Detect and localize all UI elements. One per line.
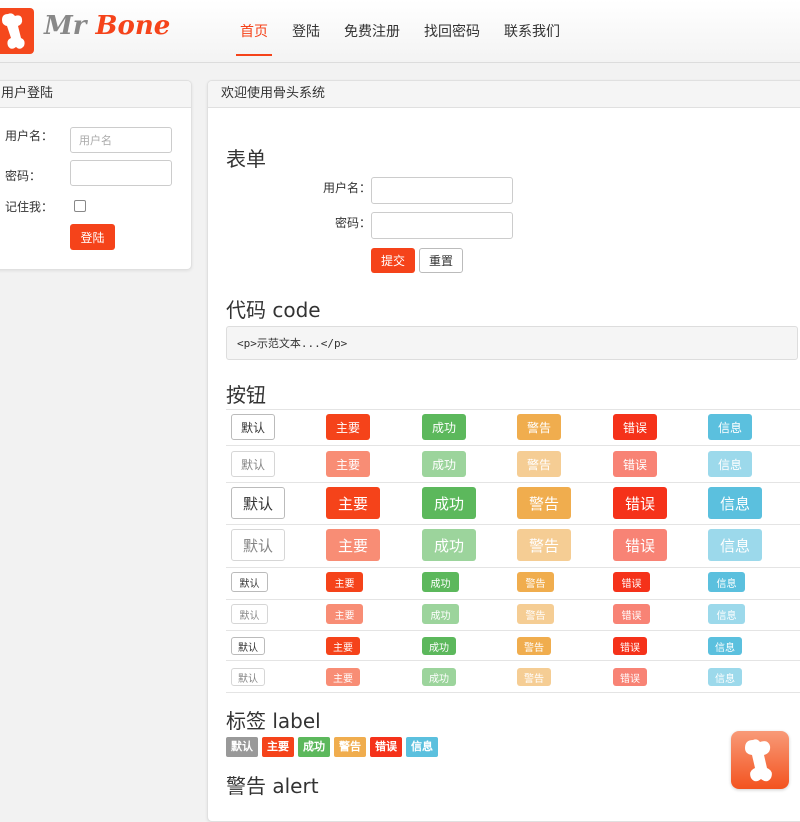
btn-default-xs-disabled[interactable]: 默认 (231, 668, 265, 686)
code-block: <p>示范文本...</p> (226, 326, 798, 360)
btn-default-sm-disabled[interactable]: 默认 (231, 604, 268, 624)
btn-success-xs[interactable]: 成功 (422, 637, 456, 655)
form-submit-button[interactable]: 提交 (371, 248, 415, 273)
btn-primary-md-disabled[interactable]: 主要 (326, 451, 370, 477)
password-input[interactable] (70, 160, 172, 186)
btn-primary-lg[interactable]: 主要 (326, 487, 380, 519)
btn-success-xs-disabled[interactable]: 成功 (422, 668, 456, 686)
btn-success-sm[interactable]: 成功 (422, 572, 459, 592)
form-username-input[interactable] (371, 177, 513, 204)
button-row-divider (226, 445, 800, 446)
btn-danger-md-disabled[interactable]: 错误 (613, 451, 657, 477)
remember-label: 记住我： (5, 200, 54, 214)
button-row-divider (226, 599, 800, 600)
btn-default-lg-disabled[interactable]: 默认 (231, 529, 285, 561)
logo-icon (0, 8, 34, 54)
login-panel-title: 用户登陆 (0, 81, 191, 108)
btn-info-xs-disabled[interactable]: 信息 (708, 668, 742, 686)
label-warning: 警告 (334, 737, 366, 757)
btn-success-lg-disabled[interactable]: 成功 (422, 529, 476, 561)
button-row-divider (226, 482, 800, 483)
back-to-top-logo-icon[interactable] (731, 731, 789, 789)
btn-warning-md-disabled[interactable]: 警告 (517, 451, 561, 477)
main-panel: 欢迎使用骨头系统 表单 用户名： 密码： 提交 重置 代码 code <p>示范… (207, 80, 800, 822)
btn-warning-sm-disabled[interactable]: 警告 (517, 604, 554, 624)
label-success: 成功 (298, 737, 330, 757)
btn-info-sm[interactable]: 信息 (708, 572, 745, 592)
btn-default-lg[interactable]: 默认 (231, 487, 285, 519)
btn-success-sm-disabled[interactable]: 成功 (422, 604, 459, 624)
form-password-label: 密码： (335, 216, 372, 230)
btn-danger-xs-disabled[interactable]: 错误 (613, 668, 647, 686)
btn-default-xs[interactable]: 默认 (231, 637, 265, 655)
form-username-label: 用户名： (323, 181, 372, 195)
btn-default-md-disabled[interactable]: 默认 (231, 451, 275, 477)
btn-info-xs[interactable]: 信息 (708, 637, 742, 655)
form-password-input[interactable] (371, 212, 513, 239)
btn-info-sm-disabled[interactable]: 信息 (708, 604, 745, 624)
login-submit-button[interactable]: 登陆 (70, 224, 115, 250)
button-row-divider (226, 660, 800, 661)
btn-default-md[interactable]: 默认 (231, 414, 275, 440)
username-input[interactable] (70, 127, 172, 153)
btn-warning-lg-disabled[interactable]: 警告 (517, 529, 571, 561)
nav-recover-password[interactable]: 找回密码 (412, 0, 492, 62)
label-danger: 错误 (370, 737, 402, 757)
btn-primary-xs[interactable]: 主要 (326, 637, 360, 655)
button-row-divider (226, 409, 800, 410)
button-row-divider (226, 630, 800, 631)
alert-heading: 警告 alert (226, 774, 319, 798)
label-default: 默认 (226, 737, 258, 757)
btn-danger-md[interactable]: 错误 (613, 414, 657, 440)
btn-success-md[interactable]: 成功 (422, 414, 466, 440)
nav-login[interactable]: 登陆 (280, 0, 332, 62)
main-nav: 首页 登陆 免费注册 找回密码 联系我们 (228, 0, 572, 62)
btn-warning-lg[interactable]: 警告 (517, 487, 571, 519)
button-row-divider (226, 692, 800, 693)
label-primary: 主要 (262, 737, 294, 757)
login-panel: 用户登陆 用户名： 密码： 记住我： 登陆 (0, 80, 192, 270)
btn-primary-md[interactable]: 主要 (326, 414, 370, 440)
btn-warning-xs[interactable]: 警告 (517, 637, 551, 655)
label-row: 默认 主要 成功 警告 错误 信息 (226, 737, 442, 757)
btn-primary-xs-disabled[interactable]: 主要 (326, 668, 360, 686)
btn-danger-lg-disabled[interactable]: 错误 (613, 529, 667, 561)
buttons-heading: 按钮 (226, 383, 266, 407)
password-label: 密码： (5, 169, 42, 183)
btn-primary-lg-disabled[interactable]: 主要 (326, 529, 380, 561)
btn-warning-md[interactable]: 警告 (517, 414, 561, 440)
label-info: 信息 (406, 737, 438, 757)
nav-contact[interactable]: 联系我们 (492, 0, 572, 62)
button-row-divider (226, 567, 800, 568)
button-row-divider (226, 524, 800, 525)
main-panel-title: 欢迎使用骨头系统 (208, 81, 800, 108)
username-label: 用户名： (5, 129, 54, 143)
btn-warning-xs-disabled[interactable]: 警告 (517, 668, 551, 686)
btn-warning-sm[interactable]: 警告 (517, 572, 554, 592)
btn-danger-lg[interactable]: 错误 (613, 487, 667, 519)
btn-primary-sm-disabled[interactable]: 主要 (326, 604, 363, 624)
nav-register[interactable]: 免费注册 (332, 0, 412, 62)
btn-info-lg[interactable]: 信息 (708, 487, 762, 519)
code-heading: 代码 code (226, 298, 321, 322)
btn-primary-sm[interactable]: 主要 (326, 572, 363, 592)
form-heading: 表单 (226, 147, 266, 171)
btn-info-md-disabled[interactable]: 信息 (708, 451, 752, 477)
header: Mr Bone 首页 登陆 免费注册 找回密码 联系我们 (0, 0, 800, 63)
remember-checkbox[interactable] (74, 200, 86, 212)
logo-text: Mr Bone (44, 11, 171, 41)
btn-info-lg-disabled[interactable]: 信息 (708, 529, 762, 561)
btn-default-sm[interactable]: 默认 (231, 572, 268, 592)
label-heading: 标签 label (226, 709, 321, 733)
btn-danger-sm-disabled[interactable]: 错误 (613, 604, 650, 624)
btn-success-lg[interactable]: 成功 (422, 487, 476, 519)
btn-danger-sm[interactable]: 错误 (613, 572, 650, 592)
btn-success-md-disabled[interactable]: 成功 (422, 451, 466, 477)
nav-home[interactable]: 首页 (228, 0, 280, 62)
form-reset-button[interactable]: 重置 (419, 248, 463, 273)
btn-info-md[interactable]: 信息 (708, 414, 752, 440)
btn-danger-xs[interactable]: 错误 (613, 637, 647, 655)
